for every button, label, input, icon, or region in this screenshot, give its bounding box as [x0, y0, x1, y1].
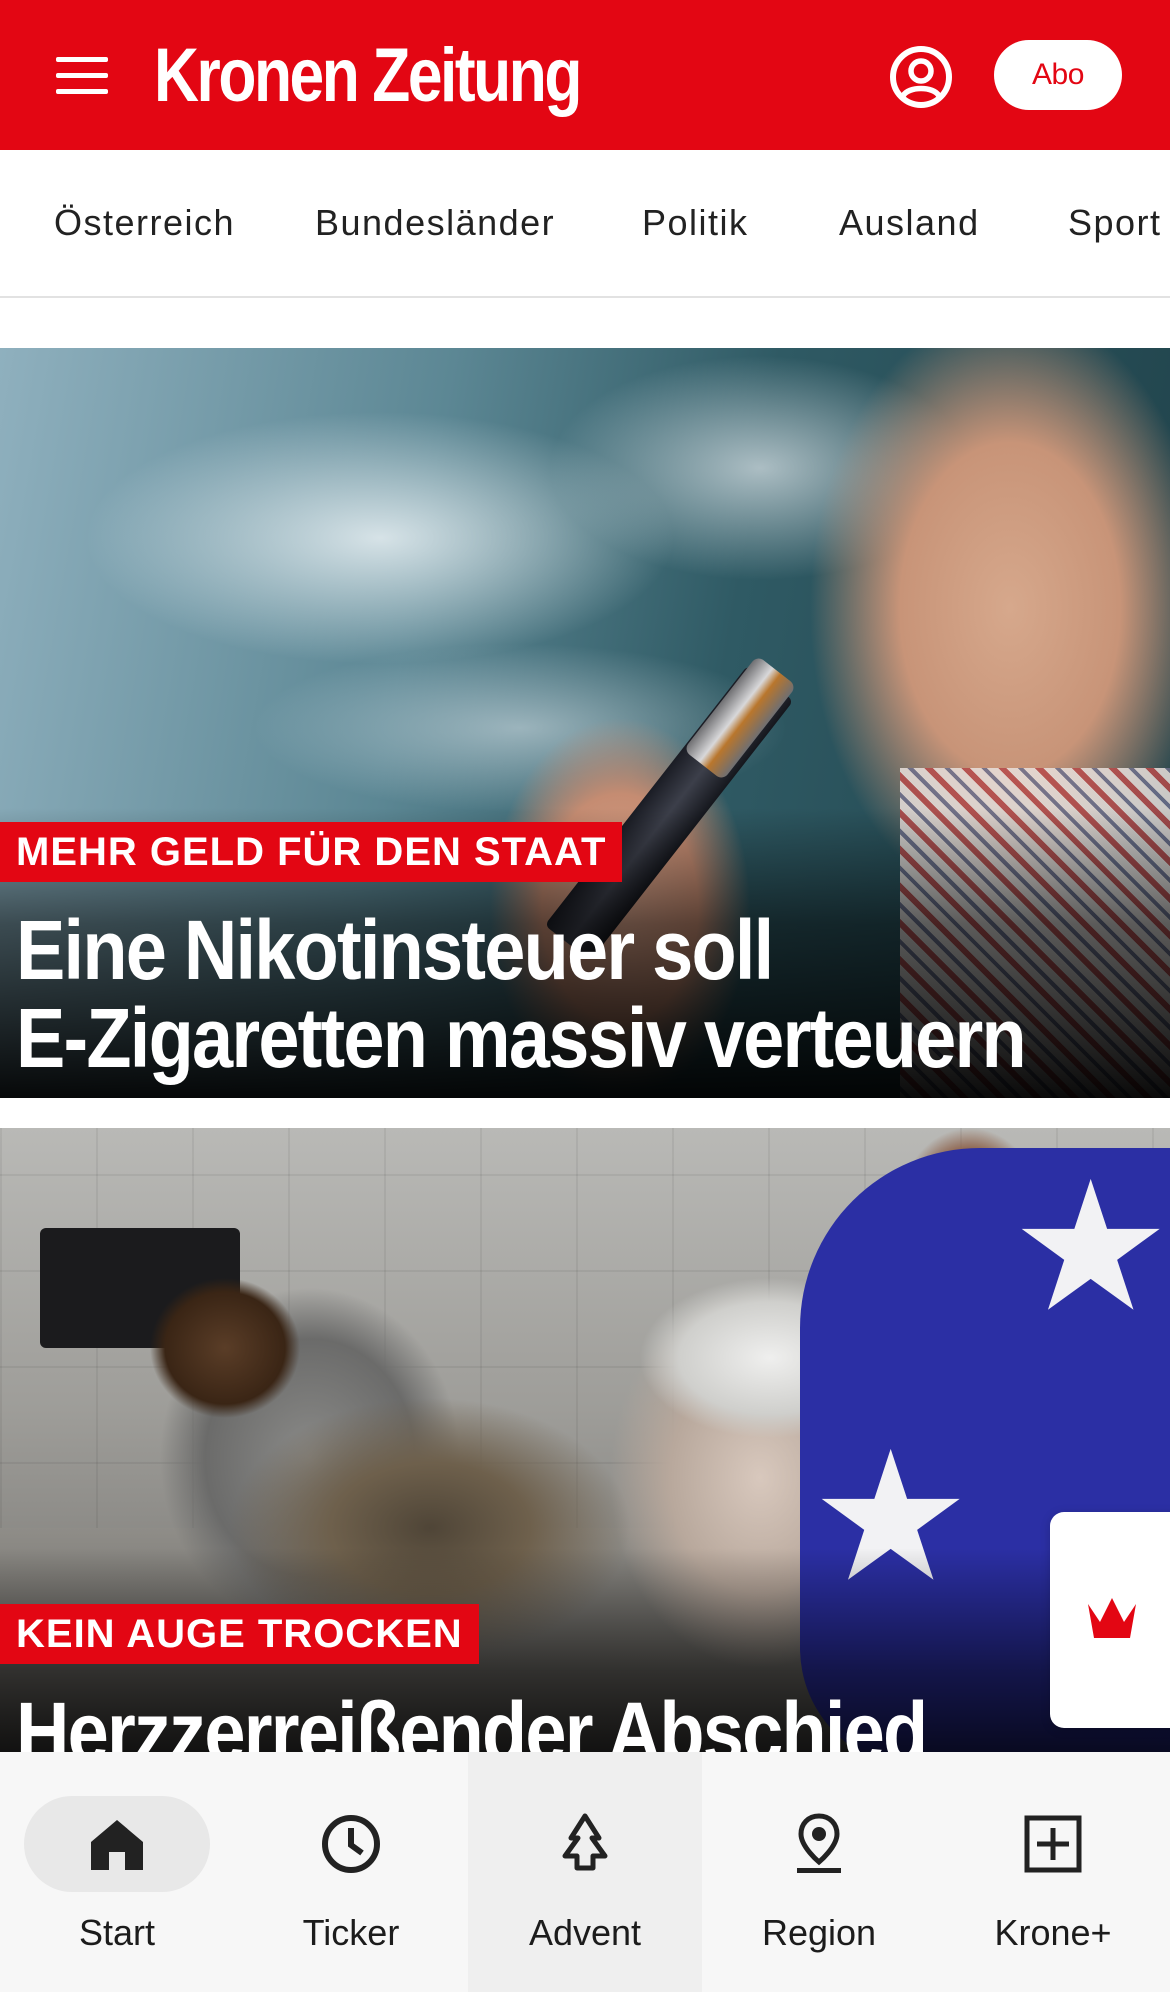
hamburger-icon[interactable] — [46, 50, 116, 102]
tab-region[interactable]: Region — [702, 1752, 936, 1992]
tab-label: Advent — [528, 1912, 642, 1953]
category-nav: Österreich Bundesländer Politik Ausland … — [0, 150, 1170, 298]
tab-start[interactable]: Start — [0, 1752, 234, 1992]
category-oesterreich[interactable]: Österreich — [54, 202, 235, 244]
tab-label: Region — [761, 1912, 877, 1953]
tab-label: Ticker — [302, 1912, 400, 1953]
plus-box-icon — [1024, 1815, 1082, 1873]
krone-widget[interactable] — [1050, 1512, 1170, 1728]
category-sport[interactable]: Sport — [1068, 202, 1162, 244]
abo-button[interactable]: Abo — [994, 40, 1122, 110]
tree-icon — [562, 1813, 608, 1871]
article-kicker: MEHR GELD FÜR DEN STAAT — [0, 822, 623, 882]
article-kicker: KEIN AUGE TROCKEN — [0, 1604, 479, 1664]
app-header: Kronen Zeitung Abo — [0, 0, 1170, 150]
crown-icon — [1088, 1598, 1136, 1638]
article-card[interactable]: MEHR GELD FÜR DEN STAAT Eine Nikotinsteu… — [0, 348, 1170, 1098]
tab-ticker[interactable]: Ticker — [234, 1752, 468, 1992]
home-icon — [91, 1820, 143, 1870]
tab-krone-plus[interactable]: Krone+ — [936, 1752, 1170, 1992]
category-bundeslaender[interactable]: Bundesländer — [315, 202, 555, 244]
clock-icon — [322, 1815, 380, 1873]
category-ausland[interactable]: Ausland — [839, 202, 980, 244]
location-pin-icon — [797, 1813, 841, 1873]
user-icon[interactable] — [888, 44, 954, 110]
logo[interactable]: Kronen Zeitung — [154, 36, 582, 116]
tab-label: Krone+ — [994, 1912, 1112, 1953]
article-headline: Herzzerreißender Abschied — [16, 1685, 928, 1752]
category-politik[interactable]: Politik — [642, 202, 749, 244]
bottom-nav: Start Ticker Advent Region Krone+ — [0, 1752, 1170, 1992]
tab-label: Start — [78, 1912, 156, 1953]
article-headline: Eine Nikotinsteuer soll E-Zigaretten mas… — [16, 903, 1027, 1085]
tab-advent[interactable]: Advent — [468, 1752, 702, 1992]
article-card[interactable]: ★ ★ ★ KEIN AUGE TROCKEN Herzzerreißender… — [0, 1128, 1170, 1752]
